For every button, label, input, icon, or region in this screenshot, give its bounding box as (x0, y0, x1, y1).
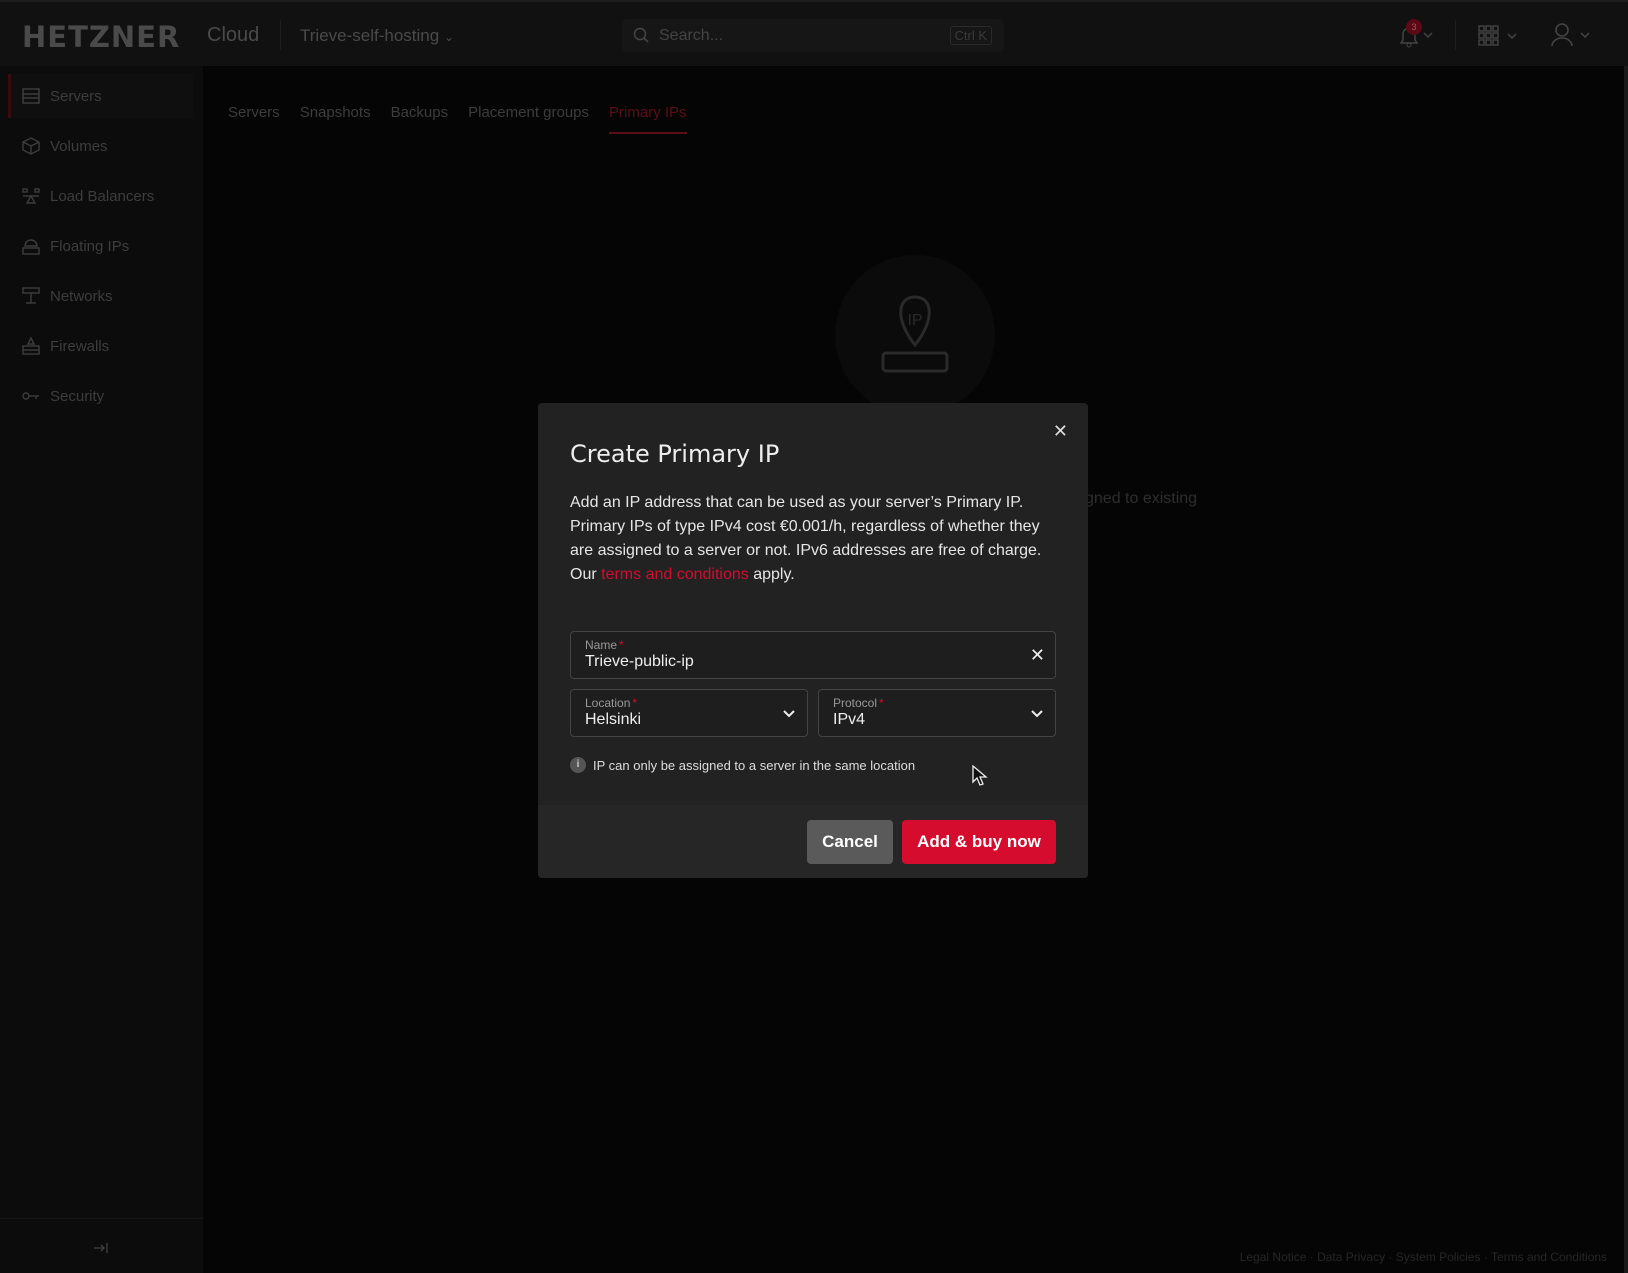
protocol-label: Protocol * (833, 696, 884, 710)
server-icon (22, 88, 40, 104)
svg-text:IP: IP (907, 312, 922, 329)
name-value[interactable]: Trieve-public-ip (585, 653, 694, 671)
sidebar-item-servers[interactable]: Servers (8, 74, 193, 118)
description-text: Add an IP address that can be used as yo… (570, 494, 1042, 559)
location-value: Helsinki (585, 711, 642, 728)
tab-snapshots[interactable]: Snapshots (300, 104, 371, 134)
chevron-down-icon (783, 710, 795, 718)
sidebar-item-label: Load Balancers (50, 187, 155, 205)
hetzner-logo[interactable]: HETZNER (22, 20, 180, 54)
sidebar-item-label: Floating IPs (50, 237, 130, 255)
protocol-value: IPv4 (833, 711, 866, 728)
empty-state-text: gned to existing (1085, 490, 1198, 507)
divider (280, 20, 281, 50)
sidebar-item-label: Networks (50, 287, 113, 305)
protocol-select[interactable]: Protocol * IPv4 (818, 689, 1056, 737)
cloud-icon (22, 239, 40, 255)
search-input[interactable]: Search... Ctrl K (622, 19, 1004, 52)
search-icon (633, 27, 649, 43)
divider (0, 1218, 203, 1219)
chevron-down-icon (1031, 710, 1043, 718)
chevron-down-icon: ⌄ (443, 30, 454, 44)
tab-placement-groups[interactable]: Placement groups (468, 104, 589, 134)
footer-link-legal[interactable]: Legal Notice (1240, 1250, 1307, 1264)
sidebar-item-label: Firewalls (50, 337, 110, 355)
dialog-title: Create Primary IP (570, 440, 780, 468)
mouse-cursor-icon (972, 765, 988, 786)
sidebar-item-load-balancers[interactable]: Load Balancers (8, 174, 193, 218)
name-field[interactable]: Name * Trieve-public-ip ✕ (570, 631, 1056, 679)
sidebar-item-label: Security (50, 387, 105, 405)
close-icon[interactable]: ✕ (1053, 421, 1068, 442)
collapse-sidebar-icon[interactable] (93, 1242, 109, 1254)
add-and-buy-button[interactable]: Add & buy now (902, 820, 1056, 864)
sidebar-item-floating-ips[interactable]: Floating IPs (8, 224, 193, 268)
search-shortcut: Ctrl K (949, 26, 992, 45)
tab-backups[interactable]: Backups (391, 104, 449, 134)
location-label: Location * (585, 696, 638, 710)
footer-link-privacy[interactable]: Data Privacy (1317, 1250, 1385, 1264)
sidebar-item-volumes[interactable]: Volumes (8, 124, 193, 168)
info-icon: i (570, 757, 586, 773)
location-hint: i IP can only be assigned to a server in … (570, 757, 915, 773)
top-bar: HETZNER Cloud Trieve-self-hosting ⌄ Sear… (0, 0, 1628, 66)
apps-grid-icon[interactable] (1478, 24, 1522, 48)
cancel-button[interactable]: Cancel (807, 820, 893, 864)
hint-text: IP can only be assigned to a server in t… (593, 757, 916, 773)
dialog-footer: Cancel Add & buy now (538, 805, 1088, 878)
sidebar-item-label: Volumes (50, 137, 108, 155)
project-name: Trieve-self-hosting (300, 26, 440, 45)
user-icon[interactable] (1551, 22, 1595, 48)
key-icon (22, 392, 39, 400)
terms-prefix: Our (570, 566, 602, 583)
tab-bar: Servers Snapshots Backups Placement grou… (228, 104, 687, 134)
search-placeholder: Search... (659, 27, 724, 44)
location-select[interactable]: Location * Helsinki (570, 689, 808, 737)
footer-link-terms[interactable]: Terms and Conditions (1491, 1250, 1607, 1264)
sidebar-item-label: Servers (50, 87, 102, 105)
footer-link-policies[interactable]: System Policies (1396, 1250, 1481, 1264)
terms-line: Our terms and conditions apply. (570, 563, 1060, 587)
sidebar: Servers Volumes Load Balancers Floating … (0, 66, 203, 1273)
name-label: Name * (585, 638, 624, 652)
clear-icon[interactable]: ✕ (1030, 645, 1045, 666)
notification-badge: 3 (1406, 19, 1422, 35)
terms-link[interactable]: terms and conditions (601, 566, 749, 583)
page-scrollbar[interactable] (1624, 66, 1628, 1273)
project-selector[interactable]: Trieve-self-hosting ⌄ (300, 26, 454, 46)
primary-ip-icon: IP (881, 295, 949, 373)
divider (1455, 20, 1456, 50)
terms-suffix: apply. (748, 566, 795, 583)
load-balancer-icon (22, 188, 40, 204)
dialog-description: Add an IP address that can be used as yo… (570, 491, 1060, 587)
sidebar-item-security[interactable]: Security (8, 374, 193, 418)
tab-servers[interactable]: Servers (228, 104, 280, 134)
firewall-icon (22, 337, 40, 355)
logo-cloud-label: Cloud (207, 24, 260, 46)
create-primary-ip-dialog: ✕ Create Primary IP Add an IP address th… (538, 403, 1088, 878)
cube-icon (22, 137, 40, 155)
network-icon (22, 287, 40, 304)
empty-state-illustration: IP (835, 255, 995, 415)
tab-primary-ips[interactable]: Primary IPs (609, 104, 687, 134)
sidebar-item-networks[interactable]: Networks (8, 274, 193, 318)
footer-links: Legal Notice · Data Privacy · System Pol… (1239, 1250, 1607, 1264)
sidebar-item-firewalls[interactable]: Firewalls (8, 324, 193, 368)
